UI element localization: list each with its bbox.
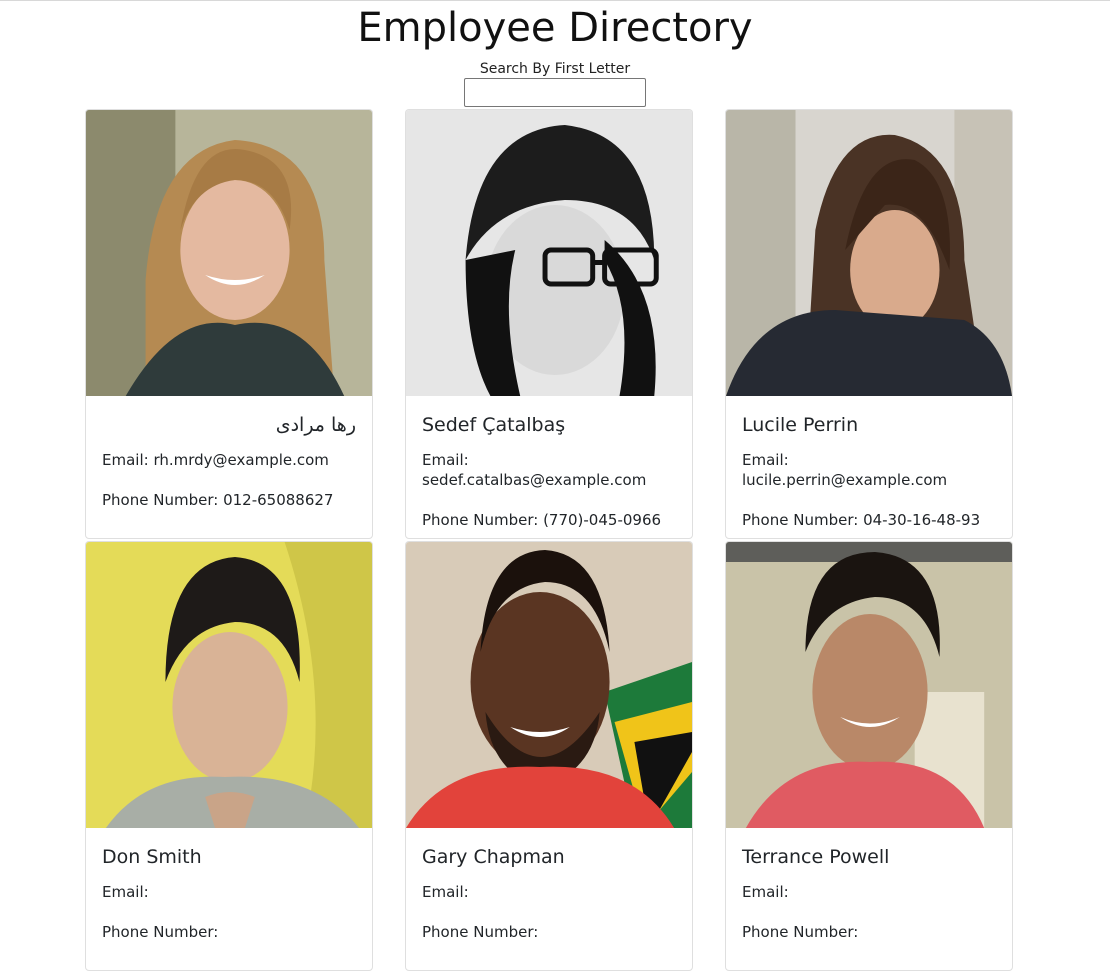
- employee-photo: [86, 110, 372, 396]
- employee-email: Email: rh.mrdy@example.com: [102, 451, 329, 469]
- employee-email: Email: lucile.perrin@example.com: [742, 451, 948, 489]
- page-header: Employee Directory Search By First Lette…: [0, 4, 1110, 107]
- employee-photo: [86, 542, 372, 828]
- employee-grid: رها مرادی Email: rh.mrdy@example.com Pho…: [85, 109, 1013, 971]
- employee-phone: Phone Number: 012-65088627: [102, 491, 334, 509]
- employee-name: Terrance Powell: [742, 846, 890, 868]
- page-title: Employee Directory: [357, 5, 753, 51]
- employee-card: Gary Chapman Email: Phone Number:: [405, 541, 693, 971]
- employee-phone: Phone Number:: [102, 923, 219, 941]
- employee-card: رها مرادی Email: rh.mrdy@example.com Pho…: [85, 109, 373, 539]
- employee-name: Lucile Perrin: [742, 414, 859, 436]
- employee-card: Sedef Çatalbaş Email: sedef.catalbas@exa…: [405, 109, 693, 539]
- employee-phone: Phone Number: 04-30-16-48-93: [742, 511, 981, 529]
- employee-email: Email:: [102, 883, 149, 901]
- employee-name: Gary Chapman: [422, 846, 565, 868]
- employee-name: Don Smith: [102, 846, 202, 868]
- employee-email: Email:: [422, 883, 469, 901]
- employee-name: رها مرادی: [275, 414, 356, 436]
- employee-card: Terrance Powell Email: Phone Number:: [725, 541, 1013, 971]
- search-input[interactable]: [464, 78, 646, 107]
- employee-photo: [726, 110, 1012, 396]
- employee-photo: [406, 542, 692, 828]
- employee-photo: [406, 110, 692, 396]
- employee-name: Sedef Çatalbaş: [422, 414, 566, 436]
- employee-phone: Phone Number:: [742, 923, 859, 941]
- employee-phone: Phone Number: (770)-045-0966: [422, 511, 662, 529]
- search-label: Search By First Letter: [479, 61, 631, 77]
- employee-card: Don Smith Email: Phone Number:: [85, 541, 373, 971]
- employee-card: Lucile Perrin Email: lucile.perrin@examp…: [725, 109, 1013, 539]
- employee-email: Email: sedef.catalbas@example.com: [422, 451, 647, 489]
- employee-photo: [726, 542, 1012, 828]
- employee-email: Email:: [742, 883, 789, 901]
- employee-phone: Phone Number:: [422, 923, 539, 941]
